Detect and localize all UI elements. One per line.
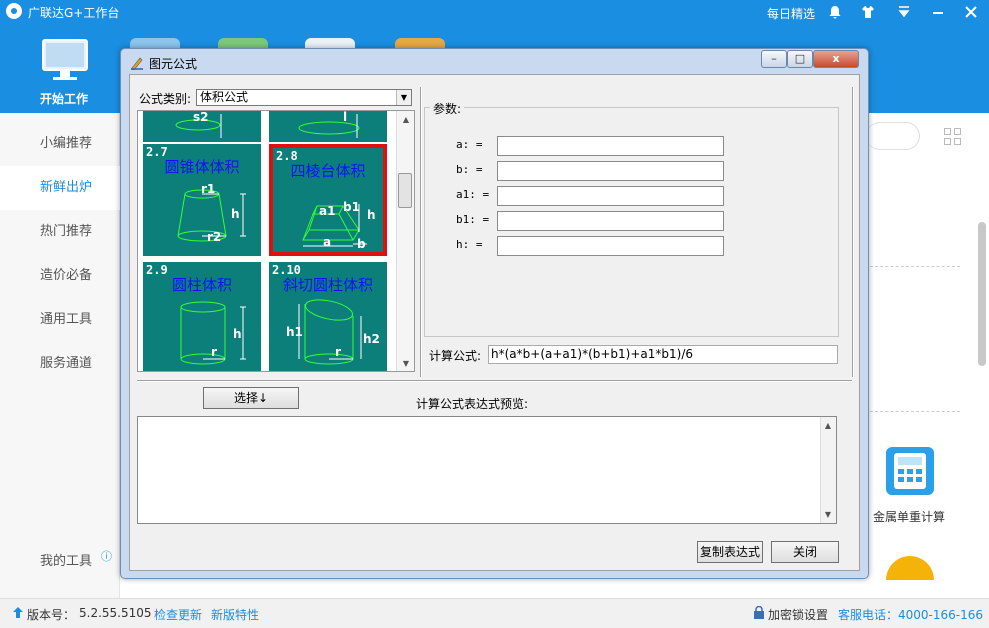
- scroll-up-icon[interactable]: ▲: [397, 113, 415, 127]
- param-input-a[interactable]: [497, 136, 724, 156]
- close-button[interactable]: 关闭: [771, 541, 839, 563]
- param-label-b: b: =: [456, 163, 483, 176]
- skin-shirt-icon[interactable]: [861, 5, 875, 22]
- close-icon[interactable]: [964, 5, 978, 22]
- tile-label: h1: [286, 325, 303, 339]
- formula-label: 计算公式:: [429, 349, 482, 363]
- param-label-a1: a1: =: [456, 188, 490, 201]
- tool-icon[interactable]: [886, 556, 934, 580]
- monitor-icon[interactable]: [40, 38, 90, 84]
- divider: [870, 411, 960, 412]
- tile-label: h: [367, 208, 376, 222]
- glodon-logo-icon: [6, 3, 22, 19]
- scroll-down-icon[interactable]: ▼: [397, 357, 415, 371]
- tile-label: s2: [193, 110, 209, 124]
- scroll-up-icon[interactable]: ▲: [820, 419, 836, 433]
- divider: [137, 380, 852, 382]
- formula-tile[interactable]: s2: [143, 110, 261, 142]
- info-icon[interactable]: ⓘ: [101, 548, 112, 564]
- my-tools-label[interactable]: 我的工具: [40, 550, 92, 569]
- sidebar-item-popular[interactable]: 热门推荐: [0, 210, 120, 254]
- version-number: 5.2.55.5105: [79, 606, 152, 620]
- category-select-value: 体积公式: [200, 90, 249, 104]
- dialog-minimize-button[interactable]: –: [761, 50, 787, 68]
- upload-arrow-icon: [12, 606, 24, 622]
- calculator-icon[interactable]: [886, 447, 934, 495]
- formula-field[interactable]: h*(a*b+(a+a1)*(b+b1)+a1*b1)/6: [488, 345, 838, 364]
- check-update-link[interactable]: 检查更新: [154, 606, 202, 623]
- version-label: 版本号：: [27, 608, 76, 622]
- param-label-h: h: =: [456, 238, 483, 251]
- minimize-icon[interactable]: [931, 5, 945, 22]
- param-label-b1: b1: =: [456, 213, 490, 226]
- gallery-scrollbar[interactable]: [396, 111, 414, 371]
- formula-tile-cylinder[interactable]: 2.9 圆柱体积 h r: [143, 262, 261, 371]
- divider: [870, 266, 960, 267]
- new-features-link[interactable]: 新版特性: [211, 606, 259, 623]
- main-scrollbar[interactable]: [978, 222, 986, 366]
- bell-icon[interactable]: [828, 5, 842, 23]
- param-input-h[interactable]: [497, 236, 724, 256]
- formula-tile[interactable]: l: [269, 110, 387, 142]
- formula-gallery[interactable]: s2 l 2.7 圆锥体体积 r1 h r2 2.8 四棱台体积 a1 b1 h…: [137, 110, 415, 372]
- dialog-maximize-button[interactable]: □: [787, 50, 813, 68]
- sidebar-item-general-tools[interactable]: 通用工具: [0, 298, 120, 342]
- tile-label: h: [233, 327, 242, 341]
- daily-picks-link[interactable]: 每日精选: [767, 5, 815, 22]
- params-title: 参数:: [430, 100, 465, 117]
- lock-icon: [753, 605, 765, 622]
- category-select[interactable]: 体积公式 ▼: [196, 89, 412, 106]
- tile-label: r1: [201, 182, 216, 196]
- tile-label: h: [231, 207, 240, 221]
- copy-expression-button[interactable]: 复制表达式: [697, 541, 763, 563]
- sidebar-item-costing-essentials[interactable]: 造价必备: [0, 254, 120, 298]
- search-input[interactable]: [866, 122, 920, 150]
- chevron-down-icon[interactable]: ▼: [396, 90, 411, 105]
- scroll-down-icon[interactable]: ▼: [820, 508, 836, 522]
- sidebar-item-editor-picks[interactable]: 小编推荐: [0, 122, 120, 166]
- tile-label: h2: [363, 332, 380, 346]
- app-title: 广联达G+工作台: [28, 6, 120, 20]
- preview-label: 计算公式表达式预览:: [416, 397, 529, 411]
- formula-tile-oblique-cylinder[interactable]: 2.10 斜切圆柱体积 h1 r h2: [269, 262, 387, 371]
- dialog-title: 图元公式: [149, 57, 198, 71]
- tile-label: l: [343, 110, 348, 124]
- formula-tile-square-frustum[interactable]: 2.8 四棱台体积 a1 b1 h a b: [269, 144, 387, 256]
- tile-label: b1: [343, 200, 360, 214]
- dialog-close-button[interactable]: x: [813, 50, 859, 68]
- param-input-a1[interactable]: [497, 186, 724, 206]
- nav-start-work[interactable]: 开始工作: [40, 90, 88, 107]
- pencil-ruler-icon: [130, 56, 144, 71]
- tile-label: r: [211, 345, 217, 359]
- lock-settings-link[interactable]: 加密锁设置: [768, 606, 828, 623]
- tile-label: a1: [319, 204, 336, 218]
- tile-label: r: [335, 345, 341, 359]
- tile-label: a: [323, 235, 332, 249]
- select-button[interactable]: 选择↓: [203, 387, 299, 409]
- sidebar-item-new-releases[interactable]: 新鲜出炉: [0, 166, 120, 210]
- service-phone: 客服电话：4000-166-166: [838, 608, 984, 622]
- dropdown-menu-icon[interactable]: [897, 5, 911, 22]
- divider: [852, 87, 854, 377]
- scroll-thumb[interactable]: [398, 173, 412, 208]
- param-label-a: a: =: [456, 138, 483, 151]
- category-label: 公式类别:: [139, 92, 192, 106]
- param-input-b[interactable]: [497, 161, 724, 181]
- grid-view-icon[interactable]: [944, 128, 962, 146]
- param-input-b1[interactable]: [497, 211, 724, 231]
- metal-weight-calc-label[interactable]: 金属单重计算: [873, 508, 945, 525]
- tile-label: b: [357, 237, 366, 251]
- sidebar-item-service-channel[interactable]: 服务通道: [0, 342, 120, 386]
- tile-label: r2: [207, 230, 222, 244]
- divider: [420, 87, 422, 377]
- preview-area[interactable]: [137, 416, 837, 524]
- formula-tile-cone-frustum[interactable]: 2.7 圆锥体体积 r1 h r2: [143, 144, 261, 256]
